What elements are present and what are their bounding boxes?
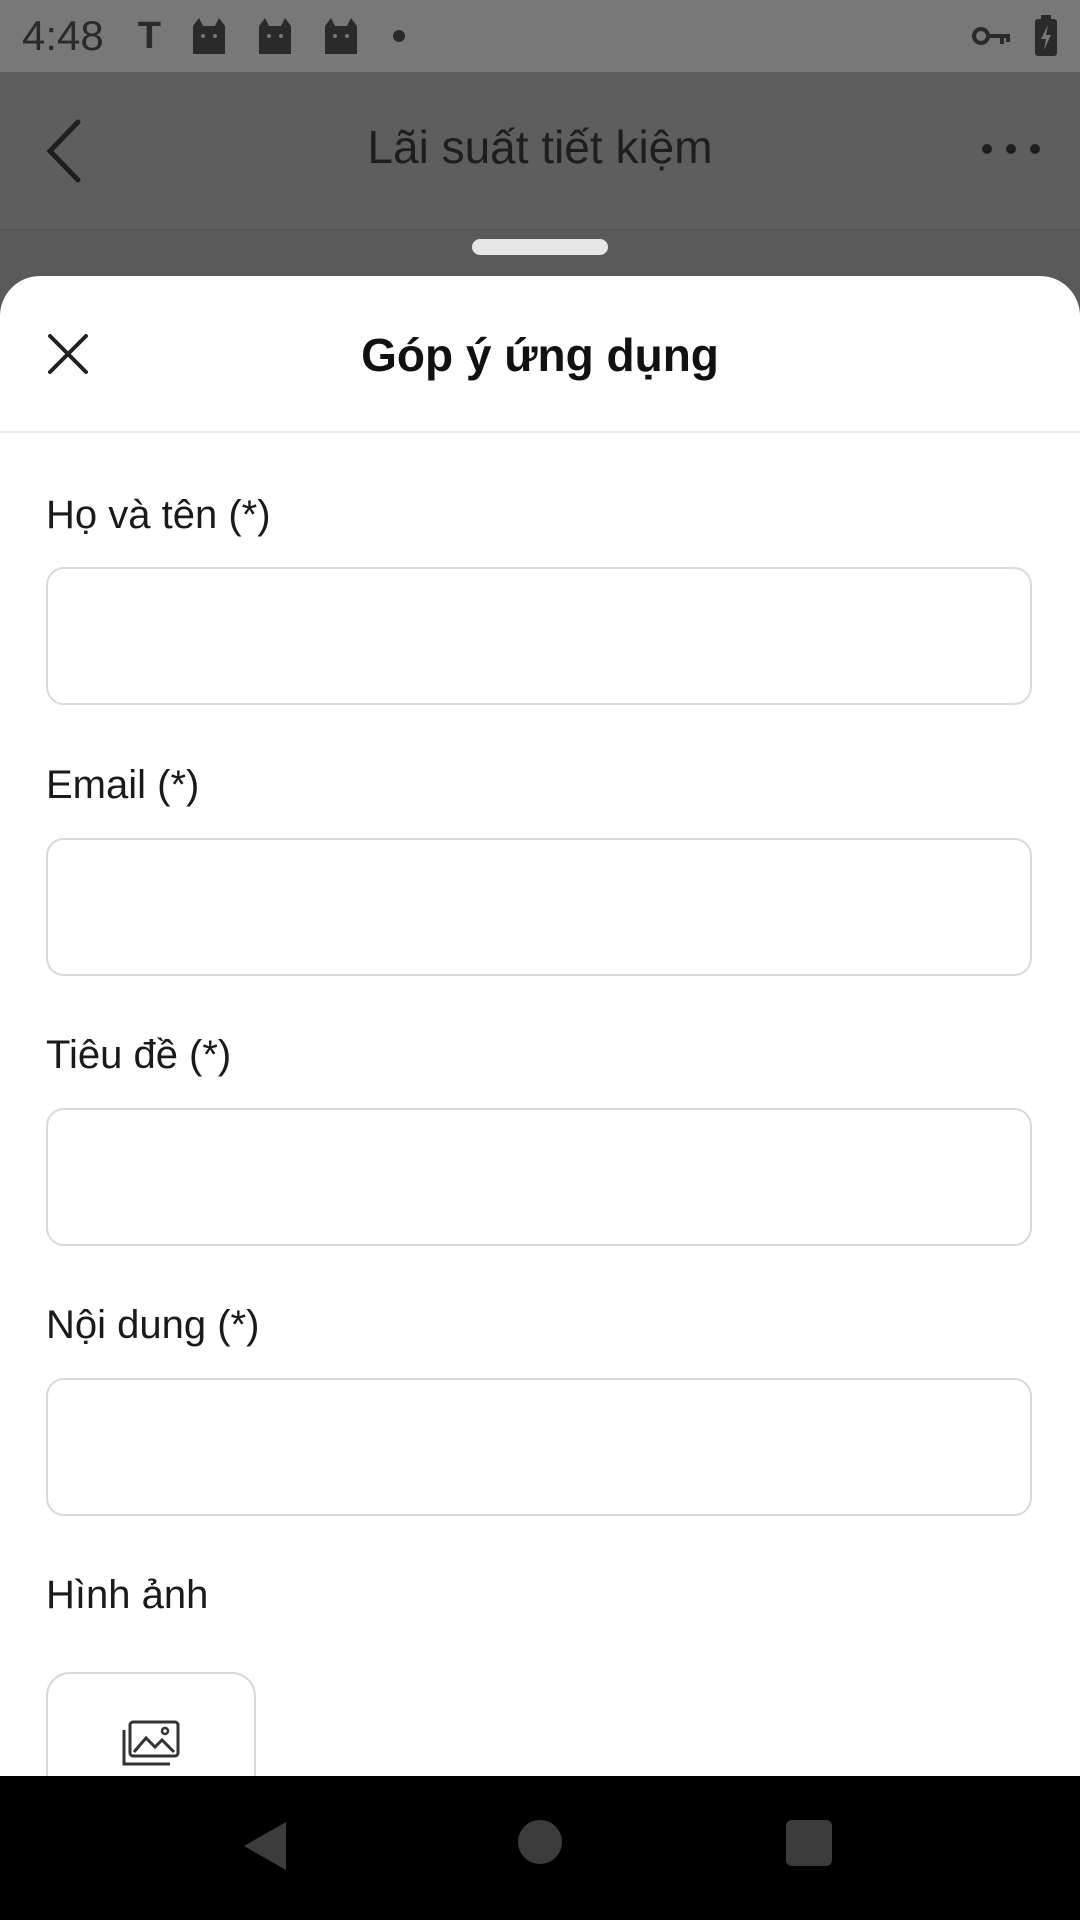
- cat-icon: [192, 18, 225, 54]
- nav-recent-icon[interactable]: [786, 1820, 832, 1866]
- page-title: Lãi suất tiết kiệm: [367, 121, 713, 173]
- full-name-field[interactable]: [46, 567, 1032, 705]
- add-image-button[interactable]: [46, 1672, 256, 1776]
- key-icon: [972, 27, 1010, 45]
- dot-icon: [392, 30, 405, 42]
- nav-back-icon[interactable]: [240, 1820, 288, 1872]
- cat-icon: [258, 18, 291, 54]
- sheet-header: Góp ý ứng dụng: [0, 276, 1080, 433]
- feedback-sheet: Góp ý ứng dụng Họ và tên (*) Email (*) T…: [0, 276, 1080, 1776]
- notification-t-icon: T: [137, 14, 161, 57]
- sheet-title: Góp ý ứng dụng: [361, 329, 719, 381]
- more-horizontal-icon[interactable]: [982, 144, 1040, 154]
- navigation-bar: [0, 1776, 1080, 1920]
- email-label: Email (*): [46, 763, 200, 807]
- status-bar: 4:48 T: [0, 0, 1080, 72]
- full-name-label: Họ và tên (*): [46, 493, 271, 537]
- subject-label: Tiêu đề (*): [46, 1033, 232, 1077]
- sheet-drag-handle[interactable]: [472, 239, 608, 255]
- app-bar: Lãi suất tiết kiệm: [0, 72, 1080, 230]
- status-time: 4:48: [22, 12, 104, 59]
- content-label: Nội dung (*): [46, 1303, 260, 1347]
- image-gallery-icon: [122, 1720, 180, 1766]
- cat-icon: [324, 18, 357, 54]
- images-label: Hình ảnh: [46, 1573, 209, 1617]
- email-field[interactable]: [46, 838, 1032, 976]
- battery-charging-icon: [1035, 15, 1057, 56]
- subject-field[interactable]: [46, 1108, 1032, 1246]
- nav-home-icon[interactable]: [518, 1820, 562, 1864]
- content-field[interactable]: [46, 1378, 1032, 1516]
